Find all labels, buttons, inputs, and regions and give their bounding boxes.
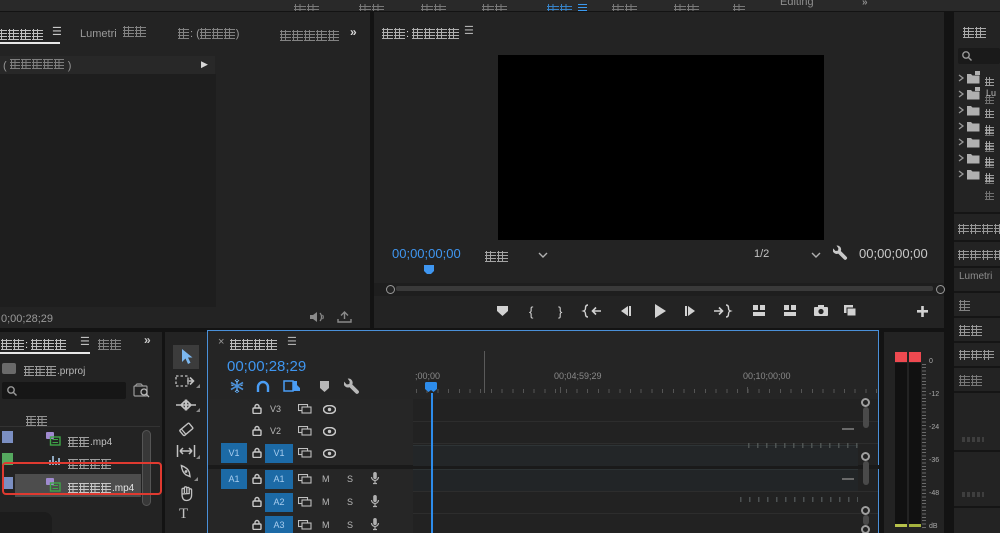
svg-text:}: } [558,304,563,319]
svg-text:{: { [529,304,534,319]
